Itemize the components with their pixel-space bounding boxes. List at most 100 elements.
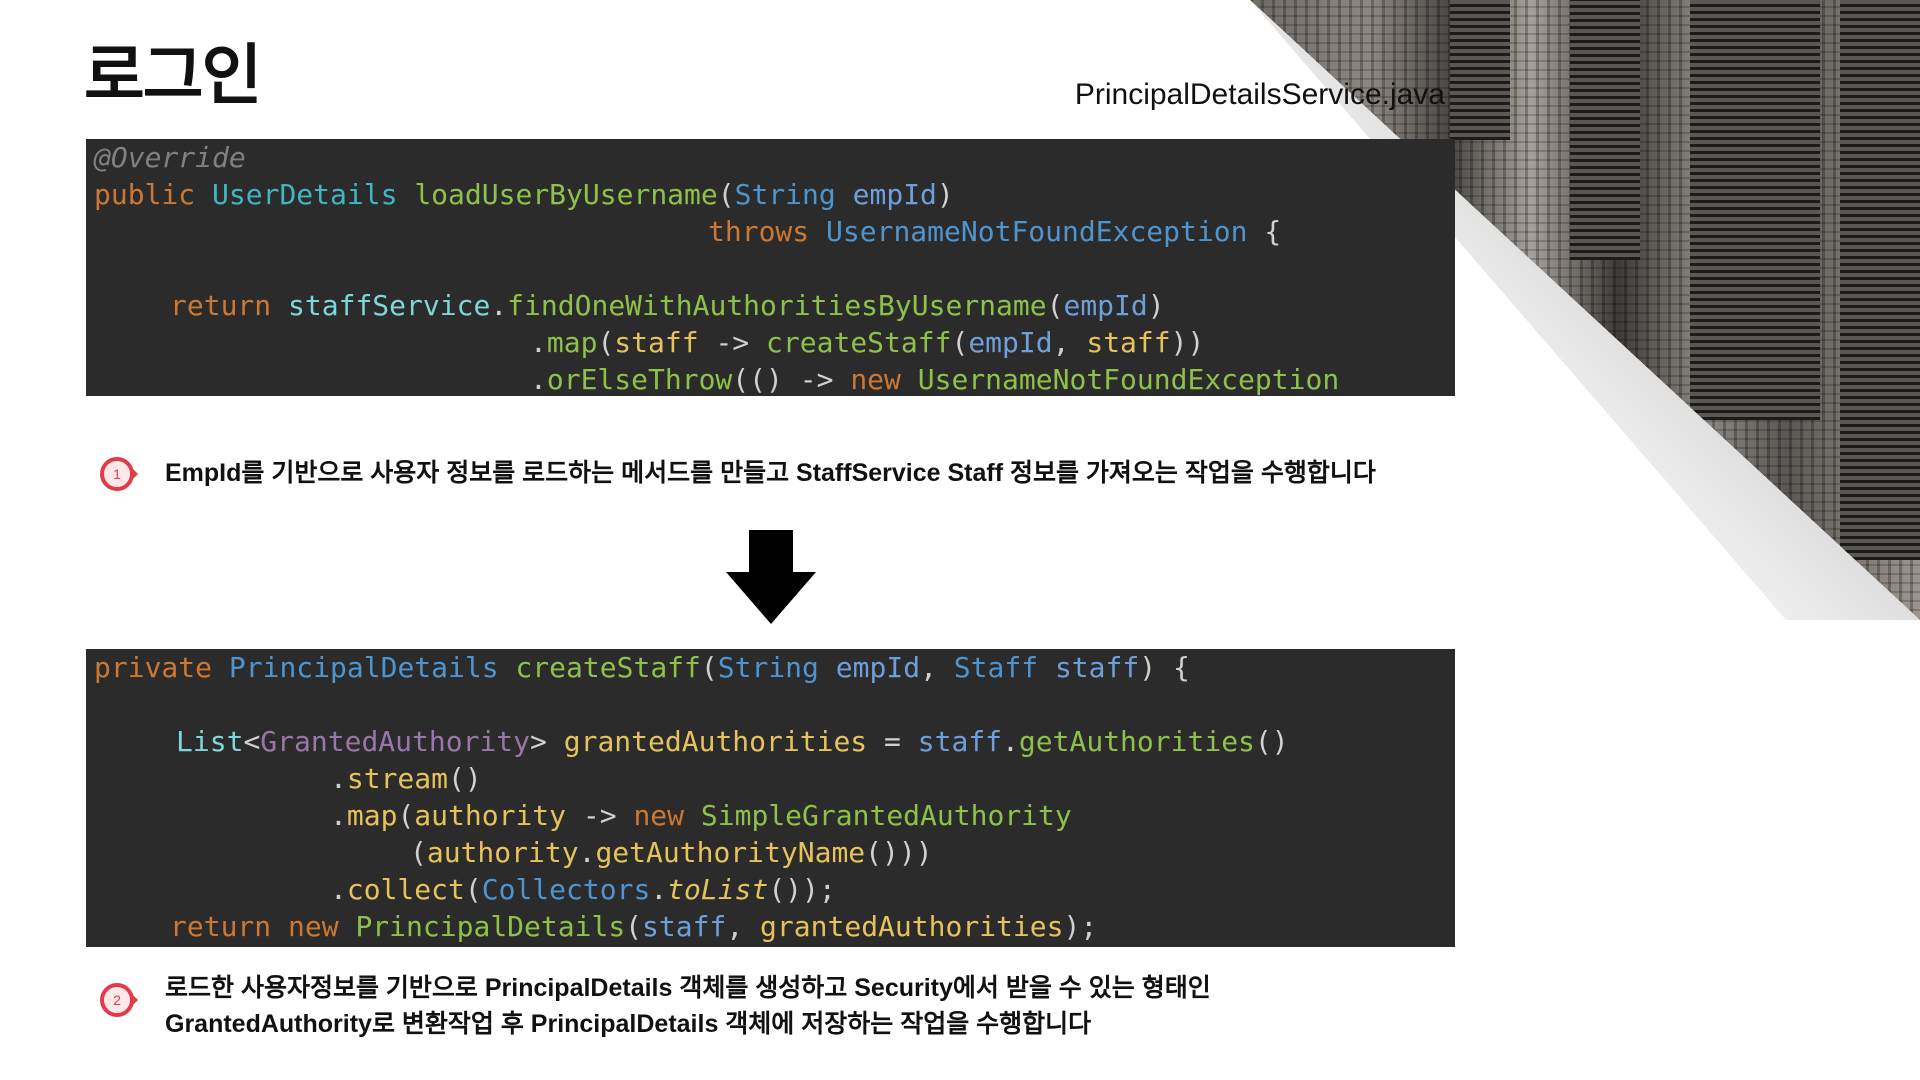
punctuation: . — [578, 836, 596, 869]
page-title: 로그인 — [84, 37, 262, 114]
code-line: (authority.getAuthorityName())) — [410, 834, 933, 871]
code-block-create-staff: private PrincipalDetails createStaff ( Str… — [86, 649, 1455, 947]
punctuation: . — [330, 762, 347, 795]
variable: authority — [426, 836, 579, 869]
punctuation: . — [490, 289, 508, 322]
type-name: UsernameNotFoundException — [826, 215, 1248, 248]
method-name: createStaff — [766, 326, 952, 359]
method-name: getAuthorities — [1018, 725, 1255, 758]
variable: staff — [614, 326, 699, 359]
code-line: .collect(Collectors.toList()); — [330, 871, 836, 908]
punctuation: () — [448, 762, 482, 795]
punctuation: . — [330, 873, 347, 906]
step-1-badge-icon: 1 — [100, 457, 138, 491]
method-name: map — [346, 799, 398, 832]
type-name: PrincipalDetails — [228, 651, 499, 684]
keyword: return — [170, 910, 272, 943]
punctuation: ( — [410, 836, 427, 869]
type-name: Staff — [953, 651, 1039, 684]
code-line: return staffService.findOneWithAuthoriti… — [170, 287, 1165, 324]
punctuation: > — [530, 725, 547, 758]
punctuation: . — [330, 799, 347, 832]
keyword: new — [850, 363, 901, 396]
punctuation: ( — [1046, 289, 1064, 322]
punctuation: { — [1264, 215, 1282, 248]
method-name: orElseThrow — [546, 363, 733, 396]
class-name: PrincipalDetails — [355, 910, 626, 943]
step-2-badge-icon: 2 — [100, 983, 138, 1017]
method-name: stream — [346, 762, 449, 795]
method-name: collect — [346, 873, 465, 906]
punctuation: ( — [397, 799, 415, 832]
code-line: private PrincipalDetails createStaff(Str… — [94, 649, 1190, 686]
method-name: map — [546, 326, 598, 359]
method-name: createStaff — [515, 651, 701, 684]
code-line: .map(authority -> new SimpleGrantedAutho… — [330, 797, 1072, 834]
argument: empId — [1063, 289, 1148, 322]
punctuation: < — [243, 725, 261, 758]
annotation: @Override — [94, 141, 246, 174]
code-line: List<GrantedAuthority> grantedAuthoritie… — [176, 723, 1289, 760]
punctuation: -> — [698, 326, 767, 359]
code-line: .map(staff -> createStaff(empId, staff)) — [530, 324, 1204, 361]
note-1-text: EmpId를 기반으로 사용자 정보를 로드하는 메서드를 만들고 StaffS… — [165, 459, 1376, 487]
step-number: 2 — [113, 992, 121, 1008]
code-block-load-user: @Override public UserDetails loadUserByU… — [86, 139, 1455, 396]
class-name: Collectors — [481, 873, 651, 906]
punctuation: ) — [936, 178, 954, 211]
punctuation: ( — [625, 910, 643, 943]
punctuation: ()); — [768, 873, 836, 906]
variable: staff — [1086, 326, 1171, 359]
method-name: getAuthorityName — [595, 836, 866, 869]
punctuation: ( — [951, 326, 969, 359]
note-2-line-2: GrantedAuthority로 변환작업 후 PrincipalDetail… — [165, 1010, 1092, 1038]
punctuation: . — [1002, 725, 1019, 758]
parameter: staff — [1054, 651, 1140, 684]
arrow-down-icon — [726, 530, 816, 624]
keyword: throws — [708, 215, 810, 248]
parameter: empId — [835, 651, 921, 684]
punctuation: = — [867, 725, 918, 758]
argument: staff — [642, 910, 727, 943]
keyword: public — [94, 178, 196, 211]
type-name: UserDetails — [212, 178, 398, 211]
step-number: 1 — [113, 466, 121, 482]
punctuation: () — [1254, 725, 1289, 758]
note-2-text: 로드한 사용자정보를 기반으로 PrincipalDetails 객체를 생성하… — [165, 970, 1211, 1042]
punctuation: , — [726, 910, 761, 943]
object-name: staffService — [288, 289, 491, 322]
punctuation: ) { — [1139, 651, 1190, 684]
code-line: .stream() — [330, 760, 482, 797]
variable: grantedAuthorities — [563, 725, 868, 758]
object-name: staff — [917, 725, 1003, 758]
code-line: .orElseThrow(() -> new UsernameNotFoundE… — [530, 361, 1339, 396]
argument: empId — [968, 326, 1053, 359]
code-line: return new PrincipalDetails(staff, grant… — [170, 908, 1097, 945]
keyword: return — [170, 289, 272, 322]
punctuation: (() -> — [732, 363, 851, 396]
type-name: String — [734, 178, 836, 211]
punctuation: ( — [717, 178, 735, 211]
class-name: SimpleGrantedAuthority — [700, 799, 1072, 832]
type-name: String — [717, 651, 819, 684]
class-name: UsernameNotFoundException — [917, 363, 1340, 396]
punctuation: )) — [1170, 326, 1205, 359]
code-line: @Override — [94, 139, 246, 176]
keyword: private — [94, 651, 213, 684]
punctuation: ( — [464, 873, 482, 906]
code-line: public UserDetails loadUserByUsername(St… — [94, 176, 954, 213]
code-line: throws UsernameNotFoundException { — [708, 213, 1281, 250]
type-name: List — [176, 725, 244, 758]
punctuation: ( — [597, 326, 615, 359]
punctuation: ())) — [865, 836, 933, 869]
parameter: empId — [852, 178, 937, 211]
punctuation: . — [650, 873, 668, 906]
variable: authority — [414, 799, 567, 832]
generic-type: GrantedAuthority — [260, 725, 531, 758]
method-name: findOneWithAuthoritiesByUsername — [507, 289, 1047, 322]
punctuation: ) — [1147, 289, 1165, 322]
punctuation: . — [530, 363, 547, 396]
punctuation: , — [1052, 326, 1087, 359]
punctuation: . — [530, 326, 547, 359]
punctuation: ); — [1063, 910, 1098, 943]
